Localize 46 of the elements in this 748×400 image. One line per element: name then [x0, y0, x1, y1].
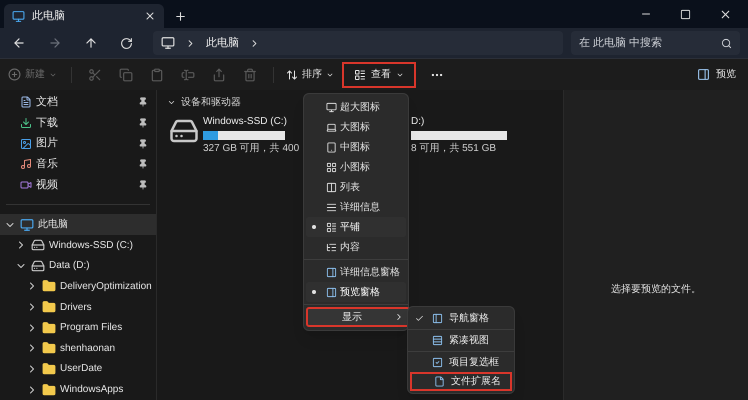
quick-access-item[interactable]: 文档 [0, 92, 156, 113]
drive-name: D:) [411, 115, 426, 129]
window-tab[interactable]: 此电脑 [4, 4, 164, 28]
sort-button[interactable]: 排序 [282, 67, 338, 82]
menu-item[interactable]: 小图标 [306, 157, 406, 177]
search-field[interactable]: 在 此电脑 中搜索 [579, 34, 721, 52]
drive-space: 8 可用，共 551 GB [411, 142, 496, 155]
quick-access-item[interactable]: 视频 [0, 174, 156, 196]
view-button[interactable]: 查看 [342, 62, 416, 88]
search-box[interactable]: 在 此电脑 中搜索 [571, 31, 740, 55]
tree-item[interactable]: DeliveryOptimization [0, 276, 156, 297]
menu-item[interactable]: 文件扩展名 [410, 372, 512, 391]
tree-item[interactable]: 此电脑 [0, 214, 156, 235]
address-field[interactable]: 此电脑 [153, 31, 563, 55]
menu-item[interactable]: 预览窗格 [306, 282, 406, 302]
menu-item[interactable]: 超大图标 [306, 97, 406, 117]
tree-item[interactable]: Windows-SSD (C:) [0, 234, 156, 256]
menu-item[interactable]: 项目复选框 [410, 353, 512, 372]
menu-item[interactable]: 列表 [306, 177, 406, 197]
quick-access-item[interactable]: 音乐 [0, 154, 156, 175]
tree-item[interactable]: Program Files [0, 317, 156, 338]
menu-item[interactable]: 详细信息窗格 [306, 262, 406, 282]
menu-item[interactable]: 平铺 [306, 217, 406, 237]
quick-access-item[interactable]: 图片 [0, 133, 156, 154]
section-header[interactable]: 设备和驱动器 [167, 95, 241, 110]
breadcrumb-item[interactable]: 此电脑 [206, 34, 239, 52]
menu-item[interactable]: 导航窗格 [410, 309, 512, 328]
menu-item[interactable]: 大图标 [306, 117, 406, 137]
tab-title: 此电脑 [32, 8, 66, 24]
drive-name: Windows-SSD (C:) [203, 115, 288, 129]
tree-item[interactable]: WindowsApps [0, 379, 156, 400]
menu-item[interactable]: 紧凑视图 [410, 331, 512, 350]
preview-button[interactable]: 预览 [697, 67, 736, 82]
tree-item[interactable]: Drivers [0, 296, 156, 318]
menu-item[interactable]: 内容 [306, 237, 406, 257]
quick-access-item[interactable]: 下载 [0, 112, 156, 134]
tree-item[interactable]: Data (D:) [0, 255, 156, 276]
menu-item[interactable]: 详细信息 [306, 197, 406, 217]
tree-item[interactable]: shenhaonan [0, 338, 156, 359]
preview-message: 选择要预览的文件。 [611, 282, 701, 297]
drive-space: 327 GB 可用，共 400 [203, 142, 300, 155]
menu-item[interactable]: 显示 [306, 307, 410, 327]
tree-item[interactable]: UserDate [0, 358, 156, 380]
menu-item[interactable]: 中图标 [306, 137, 406, 157]
drive-tile[interactable]: D:) 8 可用，共 551 GB [411, 114, 521, 155]
drive-tile[interactable]: Windows-SSD (C:) 327 GB 可用，共 400 [169, 114, 302, 155]
